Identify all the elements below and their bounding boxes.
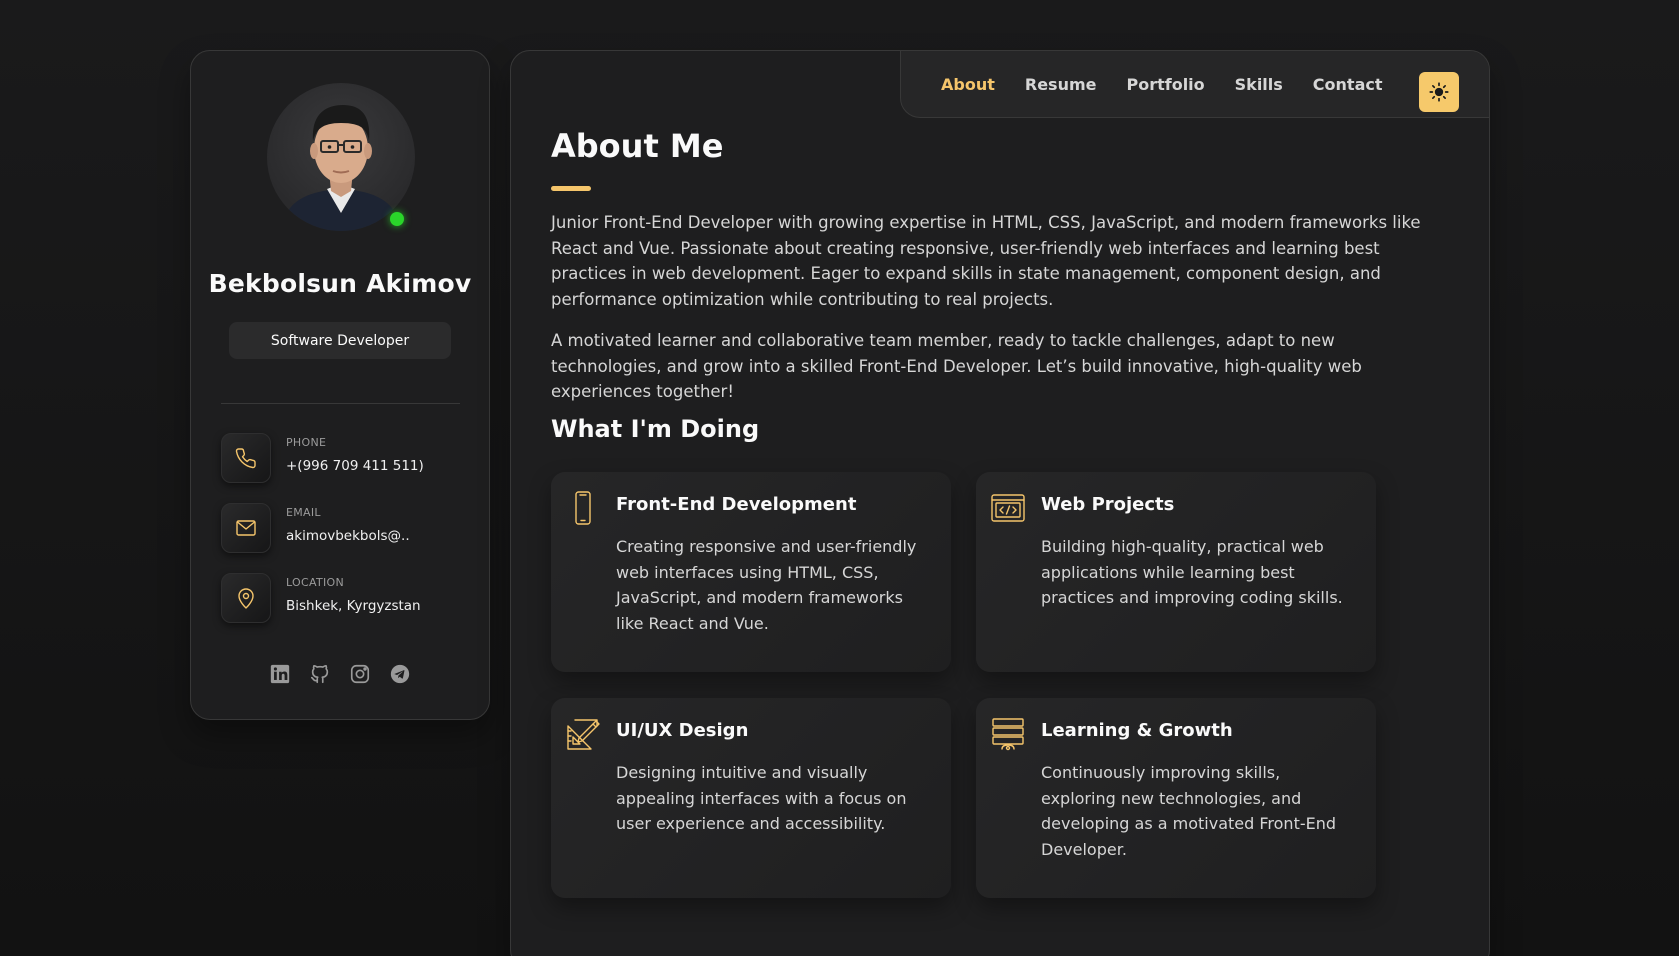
- service-title: UI/UX Design: [616, 720, 749, 741]
- service-card-uiux: UI/UX Design Designing intuitive and vis…: [551, 698, 951, 898]
- profile-photo: [281, 105, 401, 231]
- service-title: Web Projects: [1041, 494, 1175, 515]
- contact-label: PHONE: [286, 436, 327, 449]
- about-paragraph: Junior Front-End Developer with growing …: [551, 213, 1421, 309]
- github-icon[interactable]: [309, 663, 331, 685]
- about-paragraph: A motivated learner and collaborative te…: [551, 331, 1362, 401]
- page-title: About Me: [551, 127, 724, 165]
- service-text: Building high-quality, practical web app…: [1041, 537, 1343, 607]
- title-underline: [551, 186, 591, 191]
- role-badge: Software Developer: [229, 322, 451, 359]
- location-pin-icon: [221, 573, 271, 623]
- email-value[interactable]: akimovbekbols@..: [286, 528, 410, 544]
- service-card-learning: Learning & Growth Continuously improving…: [976, 698, 1376, 898]
- service-title: Front-End Development: [616, 494, 857, 515]
- contact-phone: PHONE +(996 709 411 511): [221, 433, 461, 485]
- service-card-frontend: Front-End Development Creating responsiv…: [551, 472, 951, 672]
- service-text: Designing intuitive and visually appeali…: [616, 763, 907, 833]
- avatar: [267, 83, 415, 231]
- main-panel: About Resume Portfolio Skills Contact Ab…: [510, 50, 1490, 956]
- nav-skills[interactable]: Skills: [1235, 75, 1283, 94]
- contact-location: LOCATION Bishkek, Kyrgyzstan: [221, 573, 461, 625]
- instagram-icon[interactable]: [349, 663, 371, 685]
- section-title: What I'm Doing: [551, 415, 760, 443]
- profile-name: Bekbolsun Akimov: [208, 269, 472, 298]
- location-value: Bishkek, Kyrgyzstan: [286, 598, 421, 614]
- service-card-web-projects: Web Projects Building high-quality, prac…: [976, 472, 1376, 672]
- online-status-indicator: [390, 212, 404, 226]
- service-title: Learning & Growth: [1041, 720, 1233, 741]
- service-text: Continuously improving skills, exploring…: [1041, 763, 1337, 859]
- design-tools-icon: [565, 716, 601, 752]
- phone-icon: [221, 433, 271, 483]
- mail-icon: [221, 503, 271, 553]
- mobile-phone-icon: [565, 490, 601, 526]
- nav-resume[interactable]: Resume: [1025, 75, 1097, 94]
- theme-toggle-button[interactable]: [1419, 72, 1459, 112]
- nav-contact[interactable]: Contact: [1313, 75, 1383, 94]
- contact-label: EMAIL: [286, 506, 321, 519]
- server-stack-icon: [990, 716, 1026, 752]
- sun-icon: [1429, 82, 1449, 102]
- telegram-icon[interactable]: [389, 663, 411, 685]
- contact-label: LOCATION: [286, 576, 344, 589]
- top-navbar: About Resume Portfolio Skills Contact: [900, 51, 1489, 118]
- code-window-icon: [990, 490, 1026, 526]
- contact-email: EMAIL akimovbekbols@..: [221, 503, 461, 555]
- linkedin-icon[interactable]: [269, 663, 291, 685]
- service-text: Creating responsive and user-friendly we…: [616, 537, 917, 633]
- profile-sidebar: Bekbolsun Akimov Software Developer PHON…: [190, 50, 490, 720]
- social-links: [191, 663, 489, 685]
- nav-portfolio[interactable]: Portfolio: [1126, 75, 1204, 94]
- phone-value[interactable]: +(996 709 411 511): [286, 458, 424, 474]
- sidebar-divider: [221, 403, 460, 404]
- nav-about[interactable]: About: [941, 75, 995, 94]
